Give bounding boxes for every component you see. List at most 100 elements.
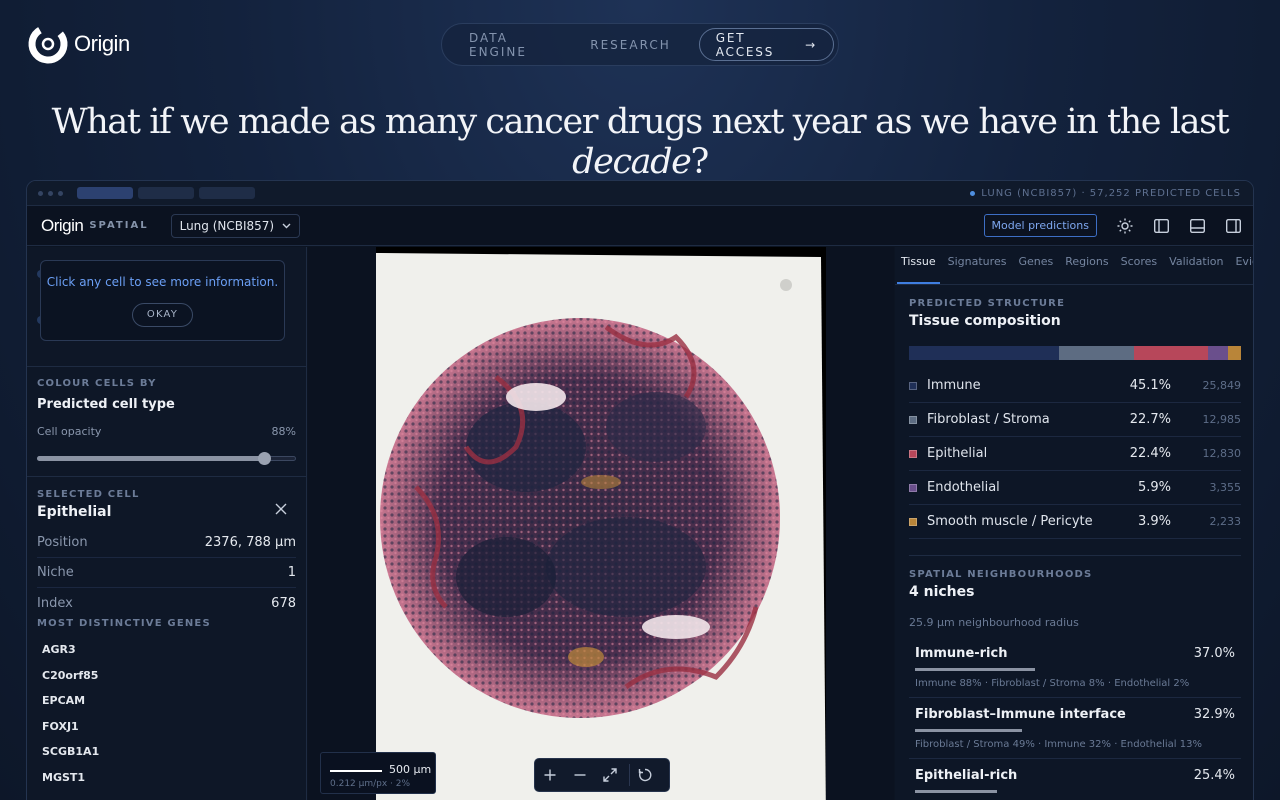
- niches-header: SPATIAL NEIGHBOURHOODS 4 niches 25.9 µm …: [909, 555, 1241, 629]
- colour-by-select[interactable]: Predicted cell type: [37, 397, 296, 412]
- gene-item[interactable]: EPCAM: [37, 688, 296, 714]
- opacity-slider[interactable]: [37, 452, 296, 465]
- niches-label: SPATIAL NEIGHBOURHOODS: [909, 569, 1093, 580]
- tooltip-okay-button[interactable]: OKAY: [131, 303, 194, 327]
- composition-segment[interactable]: [1134, 346, 1209, 360]
- arrow-right-icon: →: [805, 37, 817, 52]
- dataset-select[interactable]: Lung (NCBI857): [170, 213, 301, 238]
- composition-segment[interactable]: [1208, 346, 1229, 360]
- tissue-viewer[interactable]: 500 µm 0.212 µm/px · 2%: [308, 247, 894, 800]
- slider-fill: [37, 456, 265, 461]
- fit-view-icon[interactable]: [595, 760, 625, 790]
- niche-name: Epithelial-rich: [915, 768, 1018, 783]
- composition-row[interactable]: Fibroblast / Stroma 22.7% 12,985: [909, 403, 1241, 437]
- gene-item[interactable]: AGR3: [37, 637, 296, 663]
- composition-row[interactable]: Immune 45.1% 25,849: [909, 369, 1241, 403]
- color-swatch-icon: [909, 381, 917, 390]
- niche-header: Immune-rich 37.0%: [915, 637, 1235, 661]
- get-access-button[interactable]: GET ACCESS →: [698, 28, 834, 61]
- field-key: Position: [37, 535, 88, 550]
- composition-row[interactable]: Endothelial 5.9% 3,355: [909, 471, 1241, 505]
- nav-link-research[interactable]: RESEARCH: [590, 38, 670, 52]
- tab-signatures[interactable]: Signatures: [944, 255, 1011, 284]
- dataset-select-value: Lung (NCBI857): [179, 218, 275, 233]
- tab-validation[interactable]: Validation: [1165, 255, 1227, 284]
- right-panel-icon[interactable]: [1225, 218, 1241, 234]
- opacity-value: 88%: [271, 425, 296, 438]
- panel-tabs: Tissue Signatures Genes Regions Scores V…: [895, 247, 1253, 285]
- tab-genes[interactable]: Genes: [1014, 255, 1057, 284]
- tab-tissue[interactable]: Tissue: [897, 255, 940, 284]
- app-toolbar: Origin SPATIAL Lung (NCBI857) Model pred…: [27, 206, 1253, 246]
- cell-type-name: Fibroblast / Stroma: [927, 412, 1050, 427]
- field-niche: Niche 1: [37, 558, 296, 588]
- composition-segment[interactable]: [1058, 346, 1135, 360]
- field-value: 1: [287, 565, 296, 580]
- slider-handle[interactable]: [258, 452, 272, 465]
- niche-item[interactable]: Fibroblast–Immune interface 32.9% Fibrobla…: [909, 698, 1241, 759]
- composition-row[interactable]: Epithelial 22.4% 12,830: [909, 437, 1241, 471]
- composition-list: Immune 45.1% 25,849 Fibroblast / Stroma 22.7…: [909, 369, 1241, 539]
- left-panel-icon[interactable]: [1153, 218, 1169, 234]
- window-dot: [58, 190, 63, 196]
- left-panel: Click any cell to see more information. …: [27, 247, 307, 800]
- opacity-label: Cell opacity: [37, 425, 102, 438]
- window-tab[interactable]: [199, 187, 255, 199]
- tab-regions[interactable]: Regions: [1061, 255, 1112, 284]
- scale-bar-value: 500 µm: [389, 763, 432, 776]
- tissue-section-image[interactable]: [376, 247, 826, 800]
- reset-view-icon[interactable]: [630, 760, 660, 790]
- gene-item[interactable]: MGST1: [37, 765, 296, 791]
- status-dot-icon: [970, 190, 976, 196]
- page-headline: What if we made as many cancer drugs nex…: [0, 102, 1280, 182]
- tab-scores[interactable]: Scores: [1117, 255, 1162, 284]
- scale-bar: 500 µm 0.212 µm/px · 2%: [320, 752, 436, 794]
- cell-type-percent: 3.9%: [1137, 514, 1171, 529]
- sun-icon[interactable]: [1117, 218, 1133, 234]
- tissue-image[interactable]: [376, 247, 826, 800]
- tab-evidence[interactable]: Evidence: [1231, 255, 1253, 284]
- selected-header-text: SELECTED CELL Epithelial: [37, 489, 140, 520]
- field-key: Niche: [37, 565, 74, 580]
- app-brand: Origin: [41, 215, 84, 235]
- origin-logo[interactable]: Origin: [26, 22, 130, 66]
- layers-section: Click any cell to see more information. …: [27, 247, 306, 367]
- composition-row[interactable]: Smooth muscle / Pericyte 3.9% 2,233: [909, 505, 1241, 539]
- gene-item[interactable]: SCGB1A1: [37, 739, 296, 765]
- niche-item[interactable]: Epithelial-rich 25.4%: [909, 759, 1241, 800]
- selected-cell-section: SELECTED CELL Epithelial Position 2376, 7…: [27, 477, 306, 791]
- model-predictions-button[interactable]: Model predictions: [983, 214, 1097, 237]
- niche-percent: 37.0%: [1193, 646, 1235, 661]
- colour-section: COLOUR CELLS BY Predicted cell type Cell…: [27, 367, 306, 477]
- niche-item[interactable]: Immune-rich 37.0% Immune 88% · Fibroblast …: [909, 637, 1241, 698]
- selected-cell-label: SELECTED CELL: [37, 489, 140, 500]
- composition-bar: [909, 346, 1241, 360]
- composition-segment[interactable]: [909, 346, 1059, 360]
- bottom-panel-icon[interactable]: [1189, 218, 1205, 234]
- close-icon[interactable]: [275, 503, 287, 515]
- niche-header: Fibroblast–Immune interface 32.9%: [915, 698, 1235, 722]
- niche-name: Fibroblast–Immune interface: [915, 707, 1126, 722]
- gene-item[interactable]: C20orf85: [37, 663, 296, 689]
- color-swatch-icon: [909, 449, 917, 458]
- window-tab[interactable]: [77, 187, 133, 199]
- nav-link-data-engine[interactable]: DATA ENGINE: [469, 31, 562, 59]
- zoom-out-icon[interactable]: [565, 760, 595, 790]
- window-tab[interactable]: [138, 187, 194, 199]
- zoom-in-icon[interactable]: [535, 760, 565, 790]
- composition-segment[interactable]: [1228, 346, 1241, 360]
- selected-header: SELECTED CELL Epithelial: [37, 489, 296, 520]
- niche-composition: Fibroblast / Stroma 49% · Immune 32% · E…: [915, 739, 1202, 750]
- window-chrome: LUNG (NCBI857) · 57,252 PREDICTED CELLS: [27, 181, 1253, 206]
- composition-title: Tissue composition: [909, 313, 1061, 329]
- niche-percent: 25.4%: [1193, 768, 1235, 783]
- composition-label: PREDICTED STRUCTURE: [909, 298, 1066, 309]
- colour-label: COLOUR CELLS BY: [37, 378, 157, 389]
- gene-item[interactable]: FOXJ1: [37, 714, 296, 740]
- niche-share-bar: [915, 729, 1022, 732]
- cell-type-count: 2,233: [1209, 515, 1242, 528]
- field-value: 678: [271, 595, 296, 611]
- selected-cell-type: Epithelial: [37, 504, 112, 520]
- tooltip-message: Click any cell to see more information.: [46, 275, 279, 289]
- window-dot: [48, 190, 53, 196]
